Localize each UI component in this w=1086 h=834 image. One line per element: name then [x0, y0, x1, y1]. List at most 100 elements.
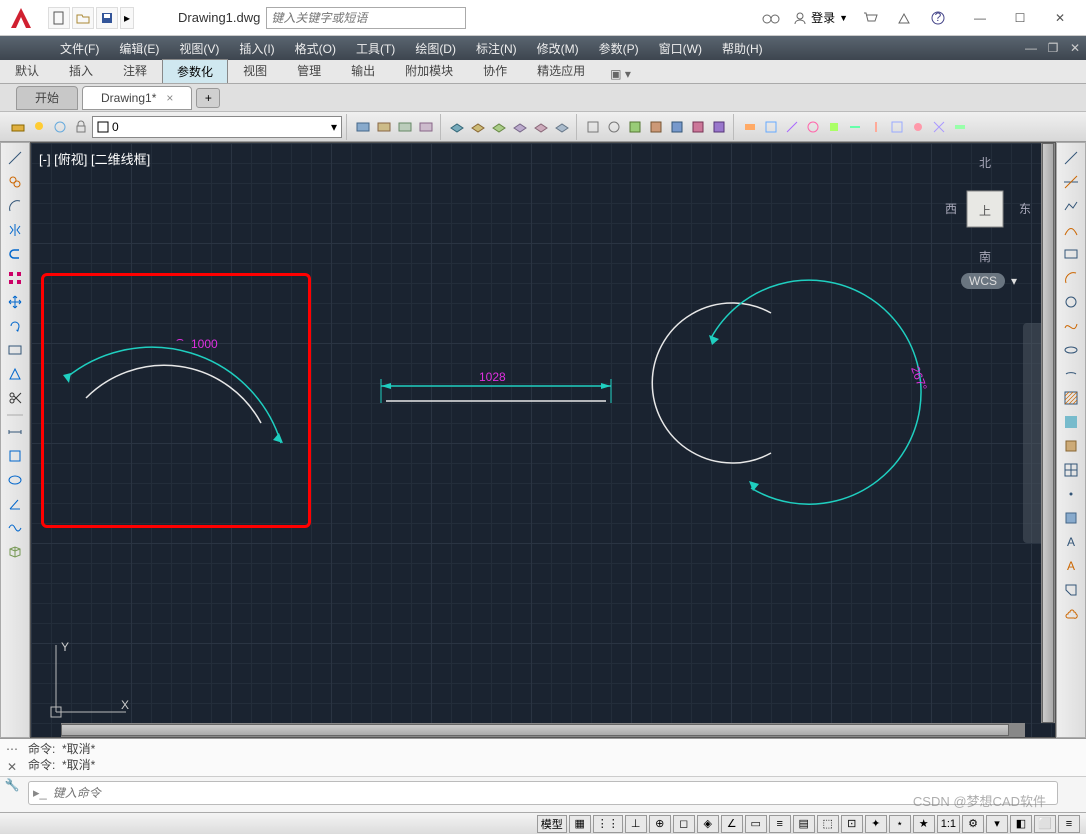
menu-parameters[interactable]: 参数(P) [589, 36, 649, 60]
qat-more-button[interactable]: ▸ [120, 7, 134, 29]
file-tab-drawing1[interactable]: Drawing1*× [82, 86, 192, 110]
sb-model[interactable]: 模型 [537, 815, 567, 833]
rt-block[interactable] [1060, 507, 1082, 529]
tb-layer-d[interactable] [510, 117, 530, 137]
help-icon[interactable]: ? [926, 6, 950, 30]
ribbon-tab-view[interactable]: 视图 [228, 58, 282, 83]
sb-polar-icon[interactable]: ⊕ [649, 815, 671, 833]
rt-arc[interactable] [1060, 267, 1082, 289]
tb-icon-3[interactable] [395, 117, 415, 137]
lt-divider[interactable] [4, 411, 26, 419]
lt-array[interactable] [4, 267, 26, 289]
rt-ellipse[interactable] [1060, 339, 1082, 361]
ribbon-tab-featured[interactable]: 精选应用 [522, 58, 600, 83]
sb-qp-icon[interactable]: ⬚ [817, 815, 839, 833]
close-tab-icon[interactable]: × [166, 91, 173, 105]
tb-misc-4[interactable] [646, 117, 666, 137]
rt-point[interactable] [1060, 483, 1082, 505]
menu-modify[interactable]: 修改(M) [527, 36, 589, 60]
layer-lock-icon[interactable] [71, 117, 91, 137]
rt-polyline[interactable] [1060, 195, 1082, 217]
sb-sc-icon[interactable]: ⊡ [841, 815, 863, 833]
minimize-button[interactable]: — [960, 4, 1000, 32]
ribbon-tab-addins[interactable]: 附加模块 [390, 58, 468, 83]
sb-osnap-icon[interactable]: ◻ [673, 815, 695, 833]
scrollbar-horizontal[interactable] [61, 723, 1025, 737]
tb-mod-10[interactable] [929, 117, 949, 137]
tb-misc-1[interactable] [583, 117, 603, 137]
search-input[interactable] [267, 11, 465, 25]
command-input[interactable] [47, 786, 1053, 800]
sb-gear-icon[interactable]: ⚙ [962, 815, 984, 833]
tb-mod-9[interactable] [908, 117, 928, 137]
lt-scissors[interactable] [4, 387, 26, 409]
tb-mod-3[interactable] [782, 117, 802, 137]
rt-text[interactable]: A [1060, 531, 1082, 553]
menu-tools[interactable]: 工具(T) [346, 36, 405, 60]
lt-cube[interactable] [4, 541, 26, 563]
tb-layer-e[interactable] [531, 117, 551, 137]
tb-mod-2[interactable] [761, 117, 781, 137]
tb-mod-11[interactable] [950, 117, 970, 137]
tb-layer-c[interactable] [489, 117, 509, 137]
lt-square[interactable] [4, 445, 26, 467]
lt-angle[interactable] [4, 493, 26, 515]
sb-lwt-icon[interactable]: ≡ [769, 815, 791, 833]
tb-misc-2[interactable] [604, 117, 624, 137]
command-line[interactable]: ▸_ [28, 781, 1058, 805]
sb-ann2-icon[interactable]: ⋆ [889, 815, 911, 833]
lt-rectangle[interactable] [4, 339, 26, 361]
cmd-wrench-icon[interactable]: 🔧 [2, 777, 22, 793]
tb-layer-f[interactable] [552, 117, 572, 137]
doc-close-icon[interactable]: ✕ [1064, 38, 1086, 58]
tb-layer-b[interactable] [468, 117, 488, 137]
sb-scale[interactable]: 1:1 [937, 815, 960, 833]
lt-circles[interactable] [4, 171, 26, 193]
ribbon-tab-collab[interactable]: 协作 [468, 58, 522, 83]
doc-restore-icon[interactable]: ❐ [1042, 38, 1064, 58]
ribbon-tab-insert[interactable]: 插入 [54, 58, 108, 83]
app-logo[interactable] [0, 0, 44, 36]
menu-window[interactable]: 窗口(W) [649, 36, 712, 60]
menu-dimension[interactable]: 标注(N) [466, 36, 527, 60]
sb-trans-icon[interactable]: ▤ [793, 815, 815, 833]
layer-freeze-icon[interactable] [50, 117, 70, 137]
tb-misc-7[interactable] [709, 117, 729, 137]
layer-bulb-icon[interactable] [29, 117, 49, 137]
tb-icon-1[interactable] [353, 117, 373, 137]
open-file-button[interactable] [72, 7, 94, 29]
sb-snap-icon[interactable]: ⋮⋮ [593, 815, 623, 833]
tb-mod-7[interactable] [866, 117, 886, 137]
save-button[interactable] [96, 7, 118, 29]
new-file-button[interactable] [48, 7, 70, 29]
tb-icon-4[interactable] [416, 117, 436, 137]
drawing-canvas[interactable]: [-] [俯视] [二维线框] ⌢ 1000 1028 [30, 142, 1056, 738]
rt-mtext[interactable]: A [1060, 555, 1082, 577]
lt-move[interactable] [4, 291, 26, 313]
sb-otrack-icon[interactable]: ∠ [721, 815, 743, 833]
ribbon-tab-annotate[interactable]: 注释 [108, 58, 162, 83]
sb-grid-icon[interactable]: ▦ [569, 815, 591, 833]
tb-layer-a[interactable] [447, 117, 467, 137]
menu-view[interactable]: 视图(V) [169, 36, 229, 60]
tb-mod-1[interactable] [740, 117, 760, 137]
rt-rect[interactable] [1060, 243, 1082, 265]
rt-boundary[interactable] [1060, 579, 1082, 601]
tb-icon-2[interactable] [374, 117, 394, 137]
ribbon-dropdown-icon[interactable]: ▣ ▾ [604, 65, 637, 83]
tb-mod-8[interactable] [887, 117, 907, 137]
lt-dim[interactable] [4, 421, 26, 443]
close-button[interactable]: ✕ [1040, 4, 1080, 32]
menu-format[interactable]: 格式(O) [285, 36, 346, 60]
sb-ann3-icon[interactable]: ★ [913, 815, 935, 833]
sb-menu-icon[interactable]: ≡ [1058, 815, 1080, 833]
layer-properties-icon[interactable] [8, 117, 28, 137]
rt-curve[interactable] [1060, 219, 1082, 241]
rt-hatch[interactable] [1060, 387, 1082, 409]
rt-xline[interactable] [1060, 171, 1082, 193]
new-tab-button[interactable]: + [196, 88, 220, 108]
cmd-history-icon[interactable]: ⋯ [2, 741, 22, 757]
tb-misc-6[interactable] [688, 117, 708, 137]
menu-help[interactable]: 帮助(H) [712, 36, 773, 60]
lt-mirror[interactable] [4, 219, 26, 241]
